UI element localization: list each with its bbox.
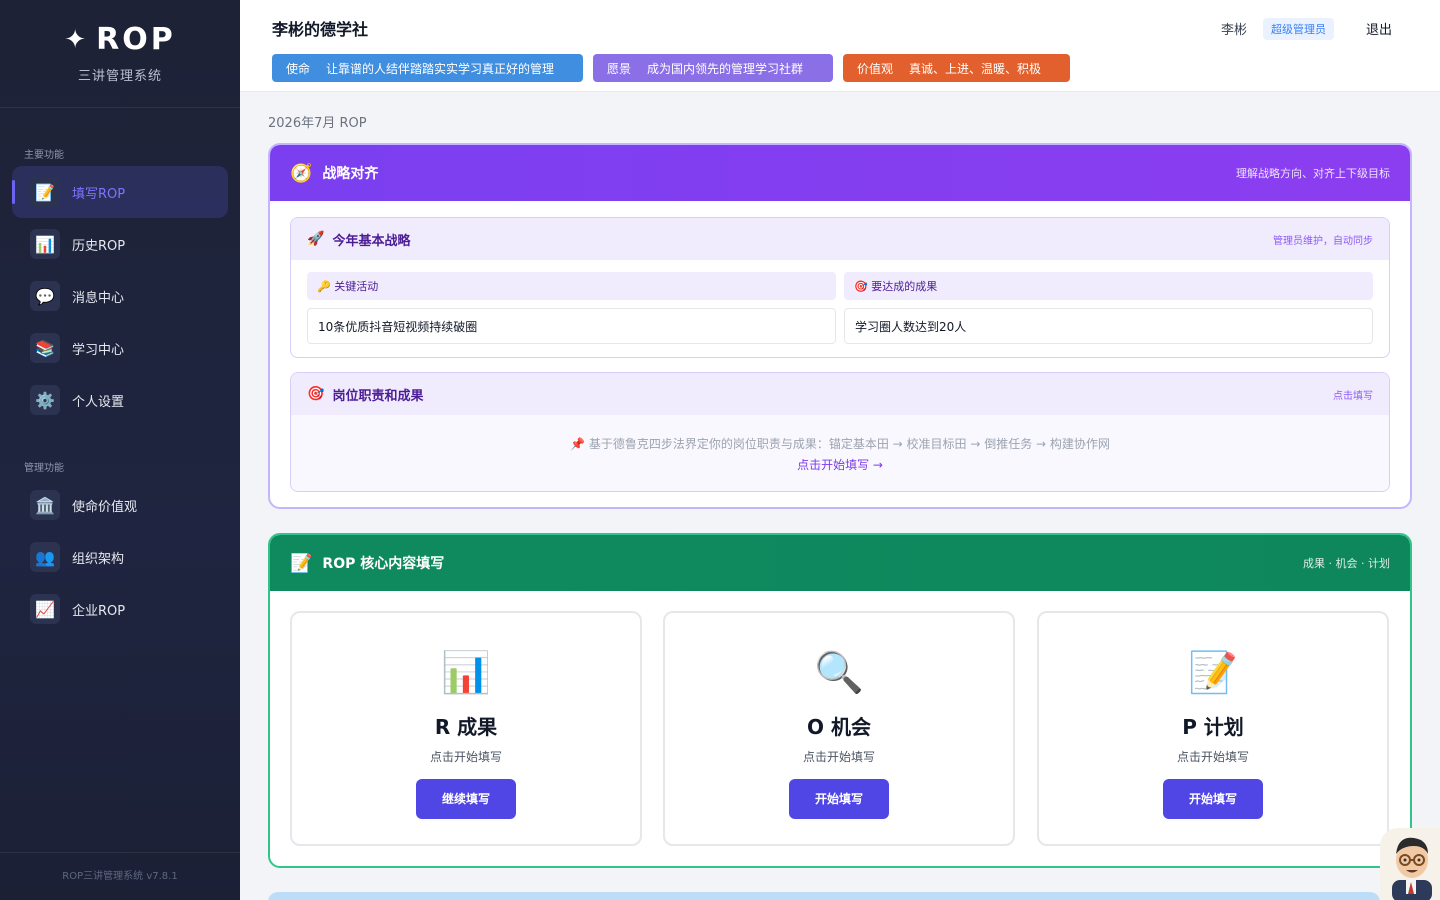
target-results-value: 学习圈人数达到20人 bbox=[844, 308, 1373, 344]
key-activities-label: 🔑 关键活动 bbox=[307, 272, 836, 300]
memo-icon: 📝 bbox=[30, 177, 60, 207]
sidebar-item-messages[interactable]: 💬 消息中心 bbox=[12, 270, 228, 322]
sidebar-item-settings[interactable]: ⚙️ 个人设置 bbox=[12, 374, 228, 426]
sidebar-item-history-rop[interactable]: 📊 历史ROP bbox=[12, 218, 228, 270]
memo-icon: 📝 bbox=[1188, 650, 1238, 696]
key-activities-column: 🔑 关键活动 10条优质抖音短视频持续破圈 bbox=[307, 260, 836, 344]
continue-fill-button[interactable]: 继续填写 bbox=[416, 779, 516, 819]
brand: ✦ ROP 三讲管理系统 bbox=[0, 0, 240, 108]
sidebar-item-learning[interactable]: 📚 学习中心 bbox=[12, 322, 228, 374]
duty-results-title: 岗位职责和成果 bbox=[332, 388, 424, 404]
main-nav: 📝 填写ROP 📊 历史ROP 💬 消息中心 📚 学习中心 ⚙️ 个人设置 bbox=[12, 166, 228, 426]
speech-bubble-icon: 💬 bbox=[30, 281, 60, 311]
rop-card-subtitle: 点击开始填写 bbox=[429, 750, 502, 764]
target-results-label: 🎯 要达成的成果 bbox=[844, 272, 1373, 300]
duty-results-description: 📌 基于德鲁克四步法界定你的岗位职责与成果：锚定基本田 → 校准目标田 → 倒推… bbox=[570, 437, 1110, 451]
target-results-column: 🎯 要达成的成果 学习圈人数达到20人 bbox=[844, 260, 1373, 344]
version-label: ROP三讲管理系统 v7.8.1 bbox=[0, 852, 240, 900]
admin-nav: 🏛️ 使命价值观 👥 组织架构 📈 企业ROP bbox=[12, 479, 228, 635]
annual-strategy-hint: 管理员维护，自动同步 bbox=[1273, 235, 1373, 247]
annual-strategy-header: 🚀 今年基本战略 管理员维护，自动同步 bbox=[291, 218, 1389, 260]
people-icon: 👥 bbox=[30, 542, 60, 572]
memo-icon: 📝 bbox=[290, 552, 313, 574]
start-fill-button[interactable]: 开始填写 bbox=[1163, 779, 1263, 819]
rop-core-header: 📝 ROP 核心内容填写 成果 · 机会 · 计划 bbox=[270, 535, 1410, 591]
start-fill-link[interactable]: 点击开始填写 → bbox=[291, 456, 1389, 473]
gear-icon: ⚙️ bbox=[30, 385, 60, 415]
strategy-panel: 🧭 战略对齐 理解战略方向、对齐上下级目标 🚀 今年基本战略 管理员维护，自动同… bbox=[268, 143, 1412, 509]
rop-card-plan[interactable]: 📝 P 计划 点击开始填写 开始填写 bbox=[1037, 611, 1389, 846]
magnifier-icon: 🔍 bbox=[814, 650, 864, 696]
mission-value: 让靠谱的人结伴踏踏实实学习真正好的管理 bbox=[326, 61, 555, 76]
vision-chip: 愿景 成为国内领先的管理学习社群 bbox=[593, 54, 833, 82]
values-key: 价值观 bbox=[857, 61, 894, 76]
next-panel-header bbox=[268, 892, 1380, 900]
target-icon: 🎯 bbox=[307, 386, 325, 402]
sidebar-item-label: 企业ROP bbox=[72, 603, 126, 619]
rop-card-opportunities[interactable]: 🔍 O 机会 点击开始填写 开始填写 bbox=[663, 611, 1015, 846]
rop-card-title: O 机会 bbox=[807, 715, 871, 739]
brand-title: ROP bbox=[96, 22, 176, 57]
user-name: 李彬 bbox=[1221, 23, 1248, 38]
logout-button[interactable]: 退出 bbox=[1366, 19, 1392, 38]
rocket-icon: 🚀 bbox=[307, 231, 325, 247]
strategy-title: 战略对齐 bbox=[322, 166, 379, 182]
rop-card-title: P 计划 bbox=[1182, 715, 1244, 739]
mission-chip: 使命 让靠谱的人结伴踏踏实实学习真正好的管理 bbox=[272, 54, 583, 82]
sidebar-item-label: 历史ROP bbox=[72, 238, 126, 254]
mission-key: 使命 bbox=[286, 61, 311, 76]
sidebar-item-mission-values[interactable]: 🏛️ 使命价值观 bbox=[12, 479, 228, 531]
key-activities-value: 10条优质抖音短视频持续破圈 bbox=[307, 308, 836, 344]
strategy-panel-header: 🧭 战略对齐 理解战略方向、对齐上下级目标 bbox=[270, 145, 1410, 201]
duty-results-card[interactable]: 🎯 岗位职责和成果 点击填写 📌 基于德鲁克四步法界定你的岗位职责与成果：锚定基… bbox=[290, 372, 1390, 492]
sidebar-item-label: 消息中心 bbox=[72, 290, 125, 306]
annual-strategy-card: 🚀 今年基本战略 管理员维护，自动同步 🔑 关键活动 10条优质抖音短视频持续破… bbox=[290, 217, 1390, 358]
sidebar-item-fill-rop[interactable]: 📝 填写ROP bbox=[12, 166, 228, 218]
brand-subtitle: 三讲管理系统 bbox=[77, 69, 162, 84]
annual-strategy-title: 今年基本战略 bbox=[332, 233, 411, 249]
sidebar: ✦ ROP 三讲管理系统 主要功能 📝 填写ROP 📊 历史ROP 💬 消息中心… bbox=[0, 0, 240, 900]
rop-core-panel: 📝 ROP 核心内容填写 成果 · 机会 · 计划 📊 R 成果 点击开始填写 … bbox=[268, 533, 1412, 868]
duty-results-header: 🎯 岗位职责和成果 点击填写 bbox=[291, 373, 1389, 415]
section-label-main: 主要功能 bbox=[24, 150, 64, 161]
values-value: 真诚、上进、温暖、积极 bbox=[909, 61, 1042, 76]
trend-chart-icon: 📈 bbox=[30, 594, 60, 624]
period-title: 2026年7月 ROP bbox=[268, 116, 367, 131]
sidebar-item-org-structure[interactable]: 👥 组织架构 bbox=[12, 531, 228, 583]
sidebar-item-label: 使命价值观 bbox=[72, 499, 138, 515]
vision-key: 愿景 bbox=[607, 61, 632, 76]
duty-results-body: 📌 基于德鲁克四步法界定你的岗位职责与成果：锚定基本田 → 校准目标田 → 倒推… bbox=[291, 415, 1389, 491]
sparkle-icon: ✦ bbox=[64, 24, 87, 55]
sidebar-item-label: 填写ROP bbox=[72, 186, 126, 202]
section-label-admin: 管理功能 bbox=[24, 463, 64, 474]
rop-core-title: ROP 核心内容填写 bbox=[322, 556, 445, 572]
rop-core-hint: 成果 · 机会 · 计划 bbox=[1303, 557, 1390, 570]
rop-card-subtitle: 点击开始填写 bbox=[802, 750, 875, 764]
sidebar-item-label: 学习中心 bbox=[72, 342, 125, 358]
avatar-illustration bbox=[1392, 837, 1432, 900]
top-header: 李彬的德学社 李彬 超级管理员 退出 使命 让靠谱的人结伴踏踏实实学习真正好的管… bbox=[240, 0, 1440, 92]
strategy-hint: 理解战略方向、对齐上下级目标 bbox=[1236, 167, 1390, 180]
vision-value: 成为国内领先的管理学习社群 bbox=[647, 61, 804, 76]
role-badge: 超级管理员 bbox=[1263, 18, 1334, 40]
sidebar-item-enterprise-rop[interactable]: 📈 企业ROP bbox=[12, 583, 228, 635]
bar-chart-icon: 📊 bbox=[30, 229, 60, 259]
rop-card-title: R 成果 bbox=[434, 715, 498, 739]
classical-building-icon: 🏛️ bbox=[30, 490, 60, 520]
bar-chart-icon: 📊 bbox=[441, 650, 491, 696]
sidebar-item-label: 组织架构 bbox=[72, 551, 125, 567]
compass-icon: 🧭 bbox=[290, 162, 313, 184]
assistant-avatar[interactable] bbox=[1380, 828, 1440, 900]
duty-results-hint[interactable]: 点击填写 bbox=[1333, 387, 1373, 402]
rop-card-results[interactable]: 📊 R 成果 点击开始填写 继续填写 bbox=[290, 611, 642, 846]
rop-card-subtitle: 点击开始填写 bbox=[1176, 750, 1249, 764]
main-content: 2026年7月 ROP 🧭 战略对齐 理解战略方向、对齐上下级目标 🚀 今年基本… bbox=[240, 92, 1440, 900]
values-chip: 价值观 真诚、上进、温暖、积极 bbox=[843, 54, 1070, 82]
sidebar-item-label: 个人设置 bbox=[72, 394, 125, 410]
org-name: 李彬的德学社 bbox=[272, 20, 369, 39]
start-fill-button[interactable]: 开始填写 bbox=[789, 779, 889, 819]
books-icon: 📚 bbox=[30, 333, 60, 363]
